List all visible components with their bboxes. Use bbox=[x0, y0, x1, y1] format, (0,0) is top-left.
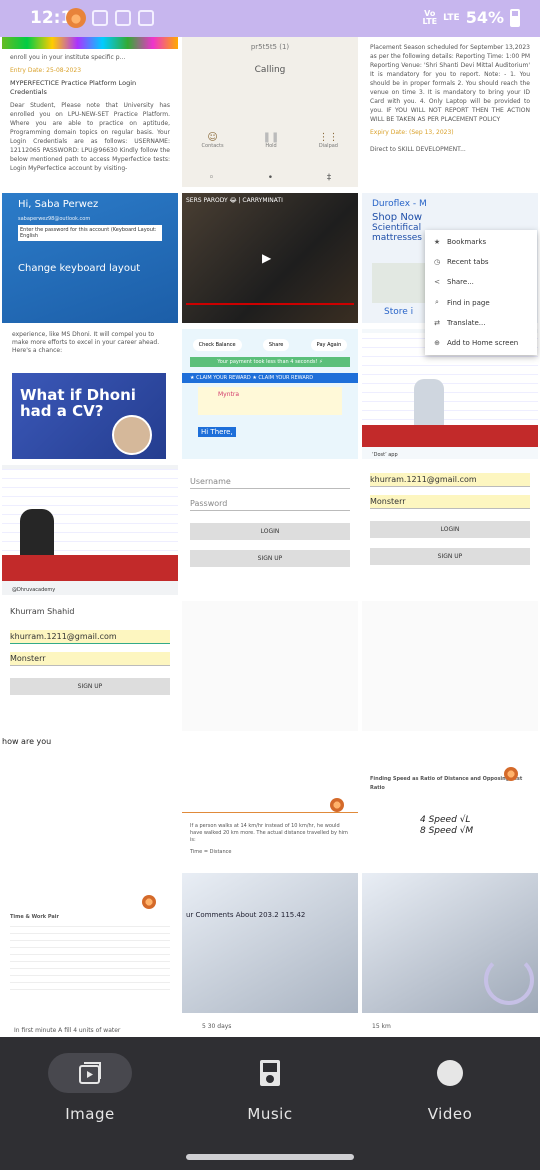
battery-icon bbox=[510, 8, 520, 27]
menu-item-add-to-home[interactable]: ⊕ Add to Home screen bbox=[425, 333, 537, 353]
menu-item-recent-tabs[interactable]: ◷ Recent tabs bbox=[425, 252, 537, 272]
menu-item-find-in-page[interactable]: ⌕ Find in page bbox=[425, 292, 537, 313]
add-home-icon: ⊕ bbox=[434, 339, 440, 347]
university-logo-icon bbox=[142, 895, 156, 909]
status-right: Vo LTE LTE 54% bbox=[422, 8, 520, 27]
image-tile[interactable] bbox=[362, 601, 538, 731]
tab-image-pill bbox=[48, 1053, 132, 1093]
music-player-icon bbox=[260, 1060, 280, 1086]
video-circle-icon bbox=[437, 1060, 463, 1086]
image-tile[interactable]: Finding Speed as Ratio of Distance and O… bbox=[362, 737, 538, 867]
speaker-icon: ◦ bbox=[208, 173, 215, 183]
image-icon bbox=[79, 1062, 101, 1084]
notification-icon bbox=[115, 10, 131, 26]
university-logo-icon bbox=[504, 767, 518, 781]
image-tile[interactable]: pr5t5t5 (1) Calling ☺ Contacts ❚❚ Hold ⋮⋮ D… bbox=[182, 37, 358, 187]
image-tile[interactable]: Placement Season scheduled for September… bbox=[362, 37, 538, 187]
loading-spinner-icon bbox=[484, 955, 534, 1005]
image-grid: enroll you in your institute specific p.… bbox=[0, 37, 540, 1037]
avatar bbox=[112, 415, 152, 455]
image-tile[interactable]: If a person walks at 14 km/hr instead of… bbox=[182, 737, 358, 867]
bottom-navigation: Image Music Video bbox=[0, 1037, 540, 1170]
image-tile[interactable]: enroll you in your institute specific p.… bbox=[2, 37, 178, 187]
share-icon: < bbox=[434, 278, 440, 286]
banner-image: What if Dhoni had a CV? bbox=[12, 373, 166, 459]
notification-icon bbox=[92, 10, 108, 26]
dialpad-icon: ⋮⋮ bbox=[318, 132, 339, 143]
find-icon: ⌕ bbox=[435, 298, 439, 306]
volte-indicator: Vo LTE bbox=[422, 8, 438, 26]
image-tile[interactable]: Hi, Saba Perwez sabaperwez98@outlook.com… bbox=[2, 193, 178, 323]
app-logo-icon bbox=[66, 8, 86, 28]
image-tile[interactable] bbox=[182, 601, 358, 731]
university-logo-icon bbox=[330, 798, 344, 812]
play-icon: ▶ bbox=[262, 251, 272, 265]
mute-icon: • bbox=[267, 173, 274, 183]
tab-image[interactable]: Image bbox=[0, 1053, 180, 1123]
translate-icon: ⇄ bbox=[434, 319, 440, 327]
call-title: Calling bbox=[254, 65, 286, 75]
image-tile[interactable]: 15 km bbox=[362, 1013, 538, 1037]
image-tile[interactable]: ur Comments About 203.2 115.42 bbox=[182, 873, 358, 1013]
color-strip bbox=[2, 37, 178, 49]
map-thumbnail bbox=[372, 263, 427, 303]
gesture-bar[interactable] bbox=[186, 1154, 354, 1160]
battery-percentage: 54% bbox=[465, 8, 504, 27]
star-icon: ★ bbox=[433, 238, 441, 246]
image-tile[interactable]: Khurram Shahid khurram.1211@gmail.com Mo… bbox=[2, 601, 178, 731]
tab-video[interactable]: Video bbox=[360, 1053, 540, 1123]
contacts-icon: ☺ bbox=[207, 132, 218, 143]
image-tile[interactable]: experience, like MS Dhoni. It will compe… bbox=[2, 329, 178, 459]
bluetooth-icon: ‡ bbox=[326, 173, 332, 183]
recent-tabs-icon: ◷ bbox=[433, 258, 441, 266]
image-tile[interactable]: SERS PARODY 😂 | CARRYMINATI ▶ bbox=[182, 193, 358, 323]
image-tile[interactable]: khurram.1211@gmail.com Monsterr LOGIN SI… bbox=[362, 465, 538, 595]
caption-bar bbox=[362, 425, 538, 447]
header-bar bbox=[182, 797, 358, 813]
context-menu: ★ Bookmarks ◷ Recent tabs < Share... ⌕ Find … bbox=[425, 230, 537, 355]
image-tile[interactable]: how are you bbox=[2, 737, 178, 867]
status-bar: 12:12 Vo LTE LTE 54% bbox=[0, 0, 540, 37]
menu-item-translate[interactable]: ⇄ Translate... bbox=[425, 313, 537, 333]
call-actions: ☺ Contacts ❚❚ Hold ⋮⋮ Dialpad bbox=[201, 132, 339, 149]
screen: 12:12 Vo LTE LTE 54% enroll you in your … bbox=[0, 0, 540, 1170]
teacher-figure bbox=[414, 379, 444, 429]
image-tile[interactable]: Username Password LOGIN SIGN UP bbox=[182, 465, 358, 595]
image-tile[interactable]: 5 30 days bbox=[182, 1013, 358, 1037]
menu-item-bookmarks[interactable]: ★ Bookmarks bbox=[425, 232, 537, 252]
image-tile[interactable]: Time & Work Pair bbox=[2, 873, 178, 1013]
image-tile[interactable]: Check Balance Share Pay Again Your payme… bbox=[182, 329, 358, 459]
document-lines bbox=[10, 926, 170, 996]
notification-icon bbox=[138, 10, 154, 26]
tab-music[interactable]: Music bbox=[180, 1053, 360, 1123]
image-tile[interactable]: @Dhruvacademy bbox=[2, 465, 178, 595]
menu-item-share[interactable]: < Share... bbox=[425, 272, 537, 292]
hold-icon: ❚❚ bbox=[262, 132, 280, 143]
caption-bar bbox=[2, 555, 178, 581]
signal-icon: LTE bbox=[443, 12, 460, 23]
image-tile[interactable]: In first minute A fill 4 units of water bbox=[2, 1013, 178, 1037]
progress-bar bbox=[186, 303, 354, 305]
